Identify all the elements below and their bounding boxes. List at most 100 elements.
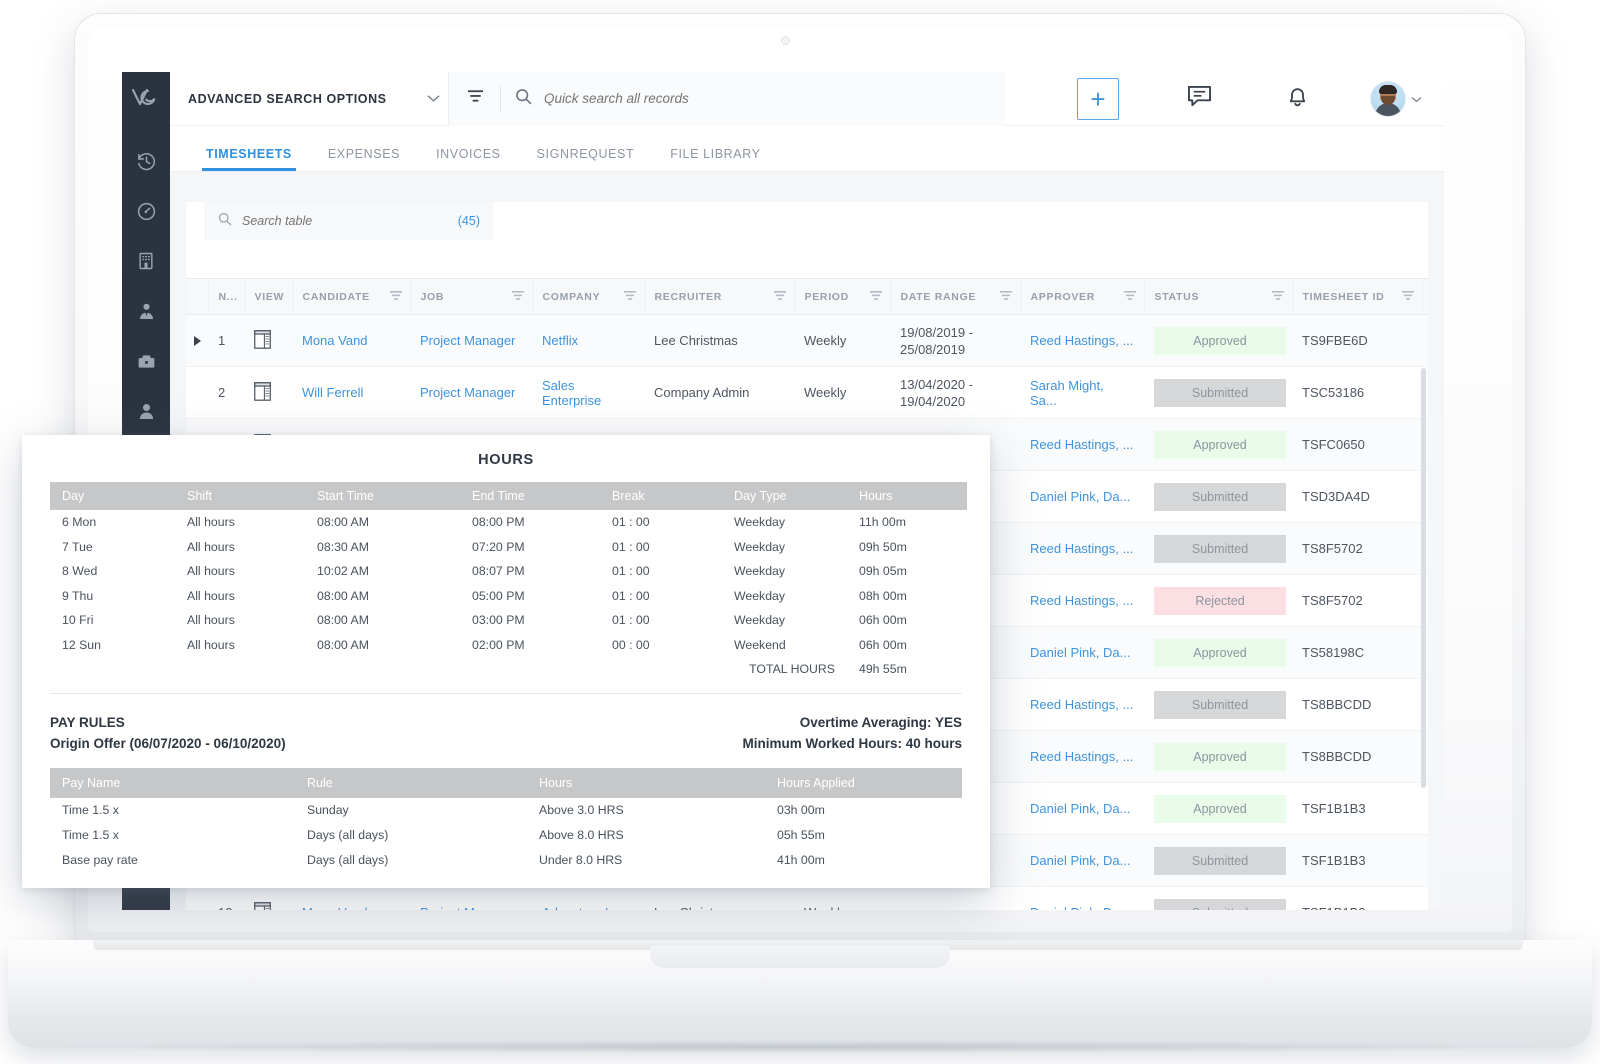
- search-table-input[interactable]: [242, 214, 458, 228]
- add-button[interactable]: +: [1077, 77, 1119, 120]
- filter-icon[interactable]: [389, 291, 402, 304]
- approver-link[interactable]: Reed Hastings, ...: [1030, 437, 1133, 452]
- cell-company[interactable]: Netflix: [532, 314, 644, 367]
- approver-link[interactable]: Daniel Pink, Da...: [1030, 489, 1130, 504]
- cell-job[interactable]: Project Manager: [410, 366, 532, 419]
- approver-link[interactable]: Reed Hastings, ...: [1030, 593, 1133, 608]
- approver-link[interactable]: Reed Hastings, ...: [1030, 697, 1133, 712]
- quick-search-input[interactable]: [544, 91, 1005, 106]
- cell-approver[interactable]: Reed Hastings, ...: [1020, 574, 1144, 627]
- approver-link[interactable]: Daniel Pink, Da...: [1030, 853, 1130, 868]
- timesheet-icon[interactable]: [254, 329, 271, 352]
- col-number[interactable]: N...: [207, 278, 244, 315]
- filter-icon[interactable]: [869, 291, 882, 304]
- candidate-link[interactable]: Mona Vand: [302, 905, 368, 910]
- filter-icon[interactable]: [511, 291, 524, 304]
- cell-approver[interactable]: Daniel Pink, Da...: [1020, 886, 1144, 910]
- table-row[interactable]: 12 Mona Vand Project Manager Adventure Inc L…: [186, 886, 1428, 910]
- col-merged[interactable]: MERGED T: [1421, 278, 1428, 315]
- cell-candidate[interactable]: Mona Vand: [292, 314, 410, 367]
- vertical-scrollbar[interactable]: [1421, 368, 1426, 788]
- col-approver[interactable]: APPROVER: [1019, 278, 1144, 315]
- company-link[interactable]: Adventure Inc: [542, 905, 622, 910]
- sidebar-item-company[interactable]: [122, 236, 170, 286]
- approver-link[interactable]: Daniel Pink, Da...: [1030, 801, 1130, 816]
- sidebar-item-history[interactable]: [122, 136, 170, 186]
- cell-candidate[interactable]: Will Ferrell: [292, 366, 410, 419]
- cell-approver[interactable]: Reed Hastings, ...: [1020, 730, 1144, 783]
- filter-icon[interactable]: [449, 89, 500, 108]
- cell-approver[interactable]: Reed Hastings, ...: [1020, 678, 1144, 731]
- messages-button[interactable]: [1175, 75, 1223, 123]
- cell-company[interactable]: Adventure Inc: [532, 886, 644, 910]
- cell-approver[interactable]: Sarah Might, Sa...: [1020, 366, 1144, 419]
- cell-view[interactable]: [244, 314, 292, 367]
- col-date-range[interactable]: DATE RANGE: [889, 278, 1020, 315]
- candidate-link[interactable]: Mona Vand: [302, 333, 368, 348]
- message-icon: [1187, 85, 1212, 113]
- filter-icon[interactable]: [773, 291, 786, 304]
- advanced-search-options-dropdown[interactable]: ADVANCED SEARCH OPTIONS: [170, 72, 448, 126]
- cell-candidate[interactable]: Mona Vand: [292, 886, 410, 910]
- cell-view[interactable]: [244, 366, 292, 419]
- approver-link[interactable]: Reed Hastings, ...: [1030, 333, 1133, 348]
- filter-icon[interactable]: [623, 291, 636, 304]
- table-row[interactable]: 1 Mona Vand Project Manager Netflix Lee Chri…: [186, 314, 1428, 367]
- tab-file-library[interactable]: FILE LIBRARY: [652, 147, 778, 171]
- job-link[interactable]: Project Manager: [420, 385, 515, 400]
- tab-invoices[interactable]: INVOICES: [418, 147, 519, 171]
- company-link[interactable]: Sales Enterprise: [542, 378, 601, 408]
- cell-job[interactable]: Project Manager: [410, 314, 532, 367]
- row-expand-toggle[interactable]: [186, 314, 208, 367]
- job-link[interactable]: Project Manager: [420, 333, 515, 348]
- tab-timesheets[interactable]: TIMESHEETS: [188, 147, 310, 171]
- job-link[interactable]: Project Manager: [420, 905, 515, 910]
- tab-signrequest[interactable]: SIGNREQUEST: [519, 147, 653, 171]
- user-menu[interactable]: [1371, 81, 1422, 116]
- filter-icon[interactable]: [1123, 291, 1136, 304]
- company-link[interactable]: Netflix: [542, 333, 578, 348]
- col-timesheet-id[interactable]: TIMESHEET ID: [1291, 278, 1422, 315]
- timesheet-icon[interactable]: [254, 381, 271, 404]
- tab-expenses[interactable]: EXPENSES: [310, 147, 418, 171]
- table-search-box[interactable]: (45): [204, 202, 494, 240]
- filter-icon[interactable]: [999, 291, 1012, 304]
- col-view[interactable]: VIEW: [243, 278, 292, 315]
- chevron-right-icon[interactable]: [194, 335, 201, 346]
- cell-company[interactable]: Sales Enterprise: [532, 366, 644, 419]
- row-expand-toggle[interactable]: [186, 886, 208, 910]
- hours-cell-day-type: Weekday: [734, 588, 786, 603]
- col-period[interactable]: PERIOD: [793, 278, 890, 315]
- notifications-button[interactable]: [1273, 75, 1321, 123]
- row-expand-toggle[interactable]: [186, 366, 208, 419]
- approver-link[interactable]: Daniel Pink, Da...: [1030, 905, 1130, 910]
- approver-link[interactable]: Reed Hastings, ...: [1030, 749, 1133, 764]
- candidate-link[interactable]: Will Ferrell: [302, 385, 363, 400]
- cell-job[interactable]: Project Manager: [410, 886, 532, 910]
- filter-icon[interactable]: [1271, 291, 1284, 304]
- col-job[interactable]: JOB: [409, 278, 532, 315]
- approver-link[interactable]: Daniel Pink, Da...: [1030, 645, 1130, 660]
- cell-approver[interactable]: Daniel Pink, Da...: [1020, 782, 1144, 835]
- approver-link[interactable]: Sarah Might, Sa...: [1030, 378, 1104, 408]
- table-row[interactable]: 2 Will Ferrell Project Manager Sales Enterp…: [186, 366, 1428, 419]
- sidebar-item-dashboard[interactable]: [122, 186, 170, 236]
- cell-approver[interactable]: Reed Hastings, ...: [1020, 418, 1144, 471]
- cell-view[interactable]: [244, 886, 292, 910]
- cell-approver[interactable]: Reed Hastings, ...: [1020, 314, 1144, 367]
- vo-logo-icon[interactable]: [131, 86, 161, 110]
- cell-approver[interactable]: Reed Hastings, ...: [1020, 522, 1144, 575]
- col-company[interactable]: COMPANY: [531, 278, 644, 315]
- timesheet-icon[interactable]: [254, 901, 271, 910]
- approver-link[interactable]: Reed Hastings, ...: [1030, 541, 1133, 556]
- col-recruiter[interactable]: RECRUITER: [643, 278, 794, 315]
- col-candidate[interactable]: CANDIDATE: [291, 278, 410, 315]
- sidebar-item-jobs[interactable]: [122, 336, 170, 386]
- col-status[interactable]: STATUS: [1143, 278, 1292, 315]
- filter-icon[interactable]: [1401, 291, 1414, 304]
- sidebar-item-users[interactable]: [122, 386, 170, 436]
- cell-approver[interactable]: Daniel Pink, Da...: [1020, 626, 1144, 679]
- cell-approver[interactable]: Daniel Pink, Da...: [1020, 834, 1144, 887]
- cell-approver[interactable]: Daniel Pink, Da...: [1020, 470, 1144, 523]
- sidebar-item-candidates[interactable]: [122, 286, 170, 336]
